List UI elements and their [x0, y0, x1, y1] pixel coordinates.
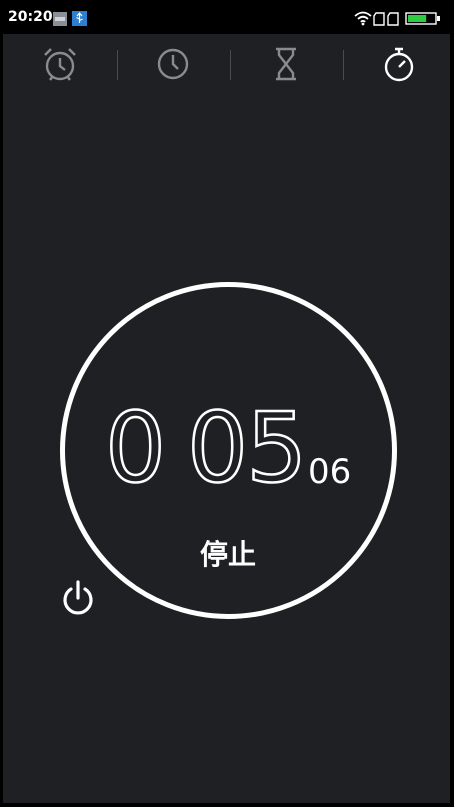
- tab-divider: [117, 50, 118, 80]
- status-right-icons: [354, 10, 446, 26]
- tab-bar: [3, 34, 450, 98]
- usb-debug-icon: [72, 11, 87, 26]
- status-time: 20:20: [8, 9, 53, 25]
- hourglass-icon: [271, 46, 301, 86]
- frame-edge: [450, 0, 454, 807]
- stop-button[interactable]: 停止: [188, 530, 268, 576]
- reset-button[interactable]: [58, 578, 98, 622]
- sim-1-icon: [373, 12, 385, 26]
- tab-world-clock[interactable]: [151, 46, 195, 86]
- elapsed-time: 0 05: [104, 392, 309, 504]
- battery-icon: [405, 12, 440, 25]
- stopwatch-screen: 20:20 0 05 06 停止: [0, 0, 454, 807]
- elapsed-hundredths: 06: [308, 452, 352, 492]
- tab-alarm[interactable]: [38, 46, 82, 86]
- tab-timer[interactable]: [264, 46, 308, 86]
- image-notification-icon: [53, 11, 67, 26]
- tab-divider: [343, 50, 344, 80]
- alarm-clock-icon: [41, 45, 79, 87]
- frame-edge: [0, 803, 454, 807]
- reset-icon: [60, 579, 96, 621]
- tab-stopwatch[interactable]: [377, 46, 421, 86]
- elapsed-seconds: 05: [186, 392, 309, 504]
- elapsed-minutes: 0: [104, 392, 168, 504]
- clock-icon: [155, 46, 191, 86]
- wifi-icon: [354, 11, 372, 26]
- tab-divider: [230, 50, 231, 80]
- status-bar: 20:20: [0, 0, 454, 34]
- frame-edge: [0, 0, 3, 807]
- stopwatch-icon: [380, 45, 418, 87]
- sim-2-icon: [387, 12, 399, 26]
